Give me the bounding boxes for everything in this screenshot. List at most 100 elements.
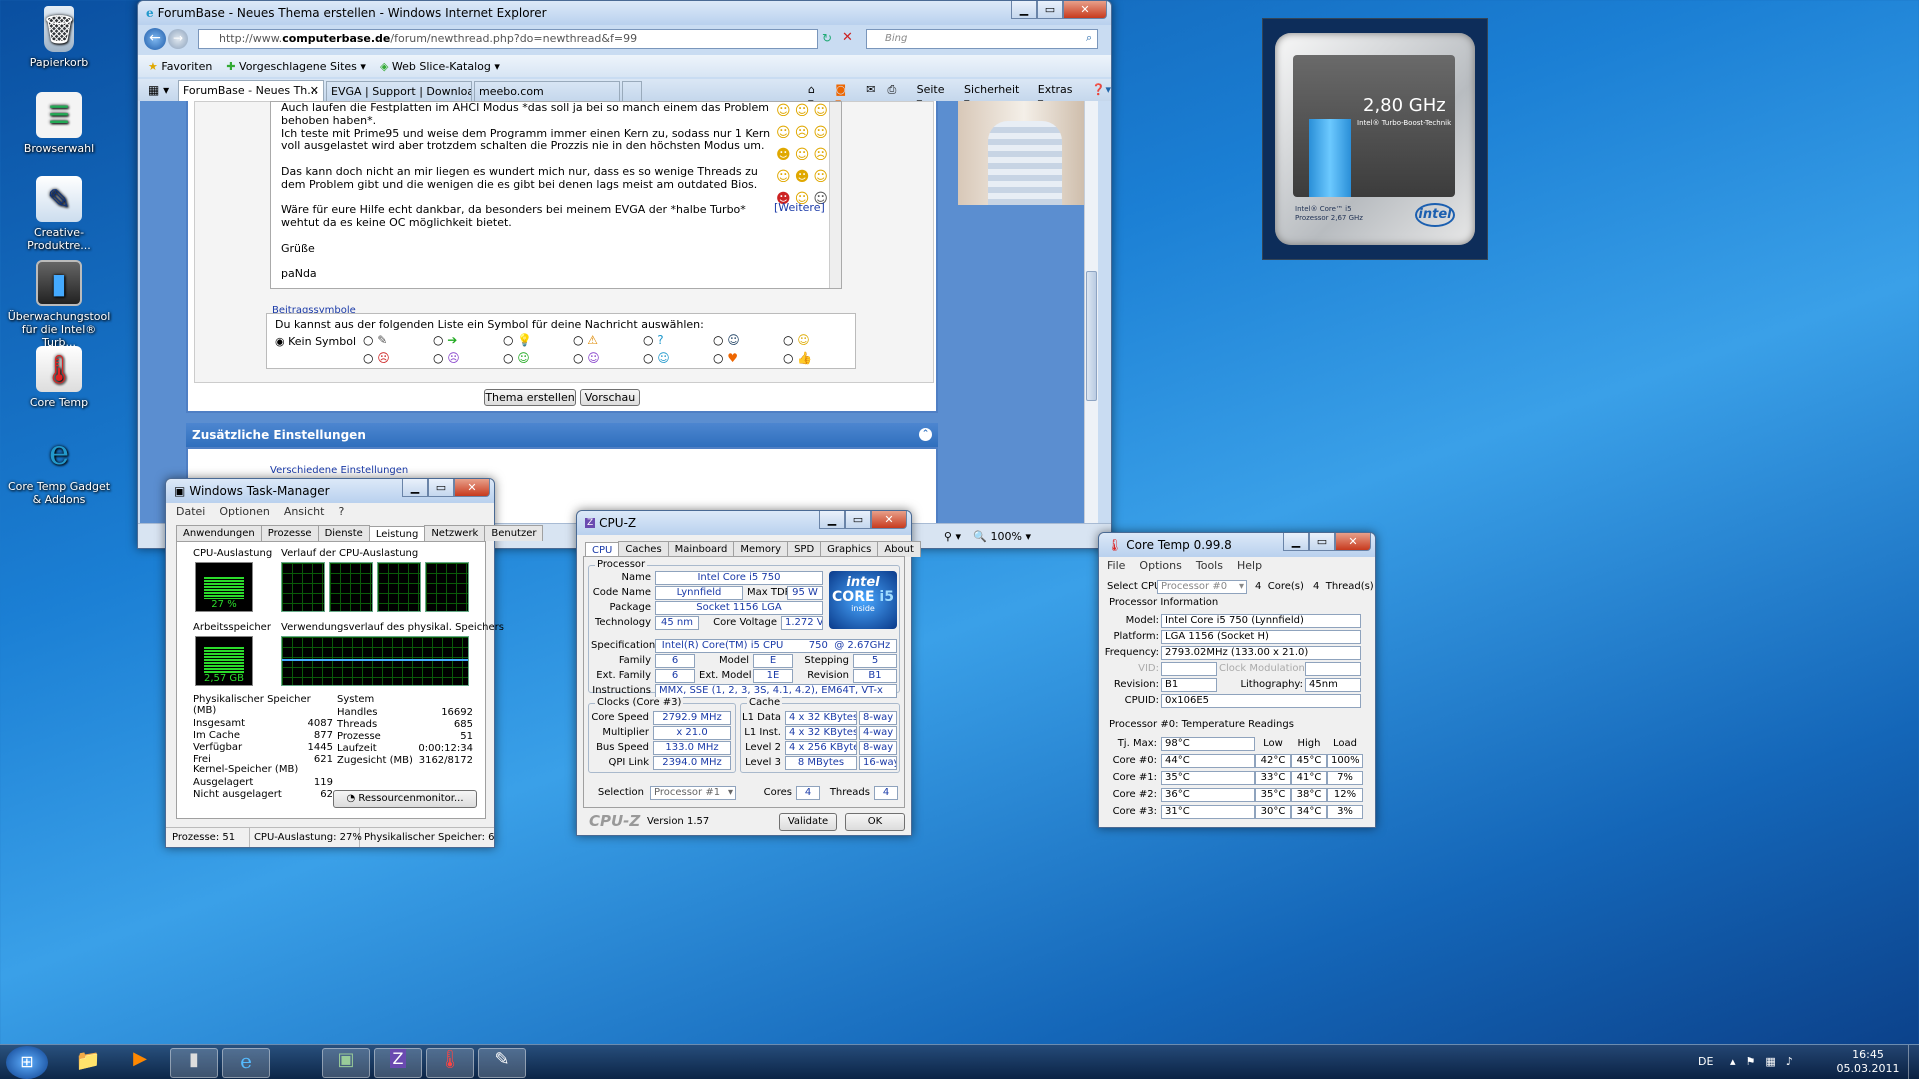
tab-about[interactable]: About [877, 541, 921, 557]
no-symbol-radio[interactable]: ◉ Kein Symbol [275, 335, 356, 348]
close-button[interactable]: ✕ [1335, 533, 1371, 551]
post-icon-radio[interactable]: ○ ➔ [433, 332, 503, 350]
cpuz-window[interactable]: Z CPU-Z ▁ ▭ ✕ CPU Caches Mainboard Memory SPD G… [576, 510, 921, 836]
select-cpu-dropdown[interactable]: Processor #0 ▾ [1157, 580, 1247, 594]
menu-options[interactable]: Optionen [219, 505, 269, 518]
desktop-icon-creative[interactable]: ✎ Creative-Produktre... [4, 176, 114, 252]
task-manager-taskbar-icon[interactable]: ▣ [322, 1048, 370, 1078]
tab-caches[interactable]: Caches [618, 541, 669, 557]
post-icon-radio[interactable]: ○ ☺ [573, 350, 643, 368]
ie-window[interactable]: e ForumBase - Neues Thema erstellen - Wi… [137, 0, 1112, 549]
menu-file[interactable]: Datei [176, 505, 205, 518]
desktop-icon-browserwahl[interactable]: ☰ Browserwahl [4, 92, 114, 155]
post-icon-radio[interactable]: ○ ☺ [783, 332, 853, 350]
tab-graphics[interactable]: Graphics [820, 541, 879, 557]
smiley-icon[interactable]: ☺ [811, 101, 830, 123]
post-icon-radio[interactable]: ○ ☺ [503, 350, 573, 368]
back-icon[interactable]: ← [144, 28, 166, 50]
tab-spd[interactable]: SPD [787, 541, 822, 557]
post-icon-radio[interactable]: ○ ☺ [713, 332, 783, 350]
protected-mode-icon[interactable]: ⚲ ▾ [944, 530, 961, 543]
post-icon-radio[interactable]: ○ 👍 [783, 350, 853, 368]
validate-button[interactable]: Validate [779, 813, 837, 831]
maximize-button[interactable]: ▭ [845, 511, 871, 529]
paint-taskbar-icon[interactable]: ✎ [478, 1048, 526, 1078]
ie-titlebar[interactable]: e ForumBase - Neues Thema erstellen - Wi… [138, 1, 1111, 25]
collapse-icon[interactable]: ⌃ [919, 428, 932, 441]
coretemp-window[interactable]: 🌡 Core Temp 0.99.8 ▁ ▭ ✕ File Options Tool… [1098, 532, 1376, 828]
task-manager-window[interactable]: ▣ Windows Task-Manager ▁ ▭ ✕ Datei Optione… [165, 478, 544, 848]
preview-button[interactable]: Vorschau [580, 389, 640, 406]
smiley-icon[interactable]: ☺ [811, 167, 830, 189]
forward-icon[interactable]: → [168, 29, 188, 49]
smiley-icon[interactable]: ☺ [774, 123, 793, 145]
turbo-monitor-taskbar-icon[interactable]: ▮ [170, 1048, 218, 1078]
stop-icon[interactable]: ✕ [842, 30, 853, 45]
maximize-button[interactable]: ▭ [428, 479, 454, 497]
smiley-icon[interactable]: ☺ [793, 101, 812, 123]
close-button[interactable]: ✕ [1063, 1, 1107, 19]
post-icon-radio[interactable]: ○ ? [643, 332, 713, 350]
menu-tools[interactable]: Tools [1196, 559, 1223, 572]
post-icon-radio[interactable]: ○ ☺ [643, 350, 713, 368]
tab-forumbase[interactable]: ForumBase - Neues Th... ✕ [178, 80, 324, 101]
smiley-icon[interactable]: ☹ [793, 123, 812, 145]
internet-explorer-taskbar-icon[interactable]: e [222, 1048, 270, 1078]
smilie-grid[interactable]: ☺ ☺ ☺ ☺ ☹ ☺ ☻ ☺ ☹ ☺ ☻ ☺ ☻ ☺ ☺ [774, 101, 830, 211]
clock[interactable]: 16:45 05.03.2011 [1830, 1048, 1906, 1076]
post-icon-radio[interactable]: ○ ♥ [713, 350, 783, 368]
desktop-icon-core-temp[interactable]: 🌡 Core Temp [4, 346, 114, 409]
smiley-icon[interactable]: ☺ [774, 167, 793, 189]
post-icon-radios[interactable]: ○ ✎ ○ ➔ ○ 💡 ○ ⚠ ○ ? ○ ☺ ○ ☺ ○ ☹ ○ ☹ ○ ☺ ○ ☺ ○ ☺ ○ ♥ ○… [363, 332, 853, 368]
explorer-taskbar-icon[interactable]: 📁 [66, 1048, 110, 1078]
start-button[interactable]: ⊞ [6, 1046, 48, 1079]
show-hidden-icons-icon[interactable]: ▴ [1730, 1055, 1736, 1068]
ok-button[interactable]: OK [845, 813, 905, 831]
show-desktop-button[interactable] [1908, 1045, 1919, 1079]
cpuz-taskbar-icon[interactable]: Z [374, 1048, 422, 1078]
media-player-taskbar-icon[interactable]: ▶ [118, 1048, 162, 1078]
maximize-button[interactable]: ▭ [1309, 533, 1335, 551]
tab-performance[interactable]: Leistung [368, 526, 426, 542]
quick-tabs-icon[interactable]: ▦ ▾ [148, 83, 169, 97]
tab-processes[interactable]: Prozesse [260, 525, 319, 541]
post-icon-radio[interactable]: ○ ☹ [363, 350, 433, 368]
volume-icon[interactable]: ♪ [1786, 1055, 1793, 1068]
create-thread-button[interactable]: Thema erstellen [484, 389, 576, 406]
close-tab-icon[interactable]: ✕ [310, 84, 319, 97]
action-center-flag-icon[interactable]: ⚑ [1746, 1055, 1756, 1068]
smiley-icon[interactable]: ☺ [793, 145, 812, 167]
resource-monitor-button[interactable]: ◔ Ressourcenmonitor... [333, 790, 477, 808]
smiley-icon[interactable]: ☺ [774, 101, 793, 123]
tab-services[interactable]: Dienste [317, 525, 370, 541]
tab-applications[interactable]: Anwendungen [176, 525, 262, 541]
menu-view[interactable]: Ansicht [284, 505, 325, 518]
tab-meebo[interactable]: meebo.com [474, 81, 620, 101]
close-button[interactable]: ✕ [871, 511, 907, 529]
search-input[interactable]: Bing [866, 29, 1098, 49]
menu-help[interactable]: Help [1237, 559, 1262, 572]
favorites-button[interactable]: ★ Favoriten [148, 60, 212, 73]
turbo-boost-gadget[interactable]: 2,80 GHz Intel® Turbo-Boost-Technik Inte… [1262, 18, 1488, 260]
minimize-button[interactable]: ▁ [819, 511, 845, 529]
minimize-button[interactable]: ▁ [1283, 533, 1309, 551]
language-indicator[interactable]: DE [1698, 1055, 1713, 1068]
processor-select[interactable]: Processor #1 ▾ [650, 786, 736, 800]
desktop-icon-core-temp-gadget[interactable]: e Core Temp Gadget & Addons [4, 430, 114, 507]
minimize-button[interactable]: ▁ [1011, 1, 1037, 19]
message-textarea[interactable]: Auch laufen die Festplatten im AHCI Modu… [270, 101, 842, 289]
close-button[interactable]: ✕ [454, 479, 490, 497]
new-tab-button[interactable] [622, 81, 642, 101]
desktop-icon-turbo-monitor[interactable]: ▮ Überwachungstool für die Intel® Turb..… [4, 260, 114, 349]
smiley-icon[interactable]: ☺ [811, 123, 830, 145]
suggested-sites-button[interactable]: ✚ Vorgeschlagene Sites ▾ [226, 60, 366, 73]
post-icon-radio[interactable]: ○ 💡 [503, 332, 573, 350]
smiley-icon[interactable]: ☻ [774, 145, 793, 167]
extra-settings-header[interactable]: Zusätzliche Einstellungen ⌃ [186, 423, 938, 447]
menu-file[interactable]: File [1107, 559, 1125, 572]
smiley-icon[interactable]: ☻ [793, 167, 812, 189]
address-bar[interactable]: http://www.computerbase.de/forum/newthre… [198, 29, 818, 49]
menu-help[interactable]: ? [338, 505, 344, 518]
smiley-icon[interactable]: ☹ [811, 145, 830, 167]
coretemp-taskbar-icon[interactable]: 🌡 [426, 1048, 474, 1078]
